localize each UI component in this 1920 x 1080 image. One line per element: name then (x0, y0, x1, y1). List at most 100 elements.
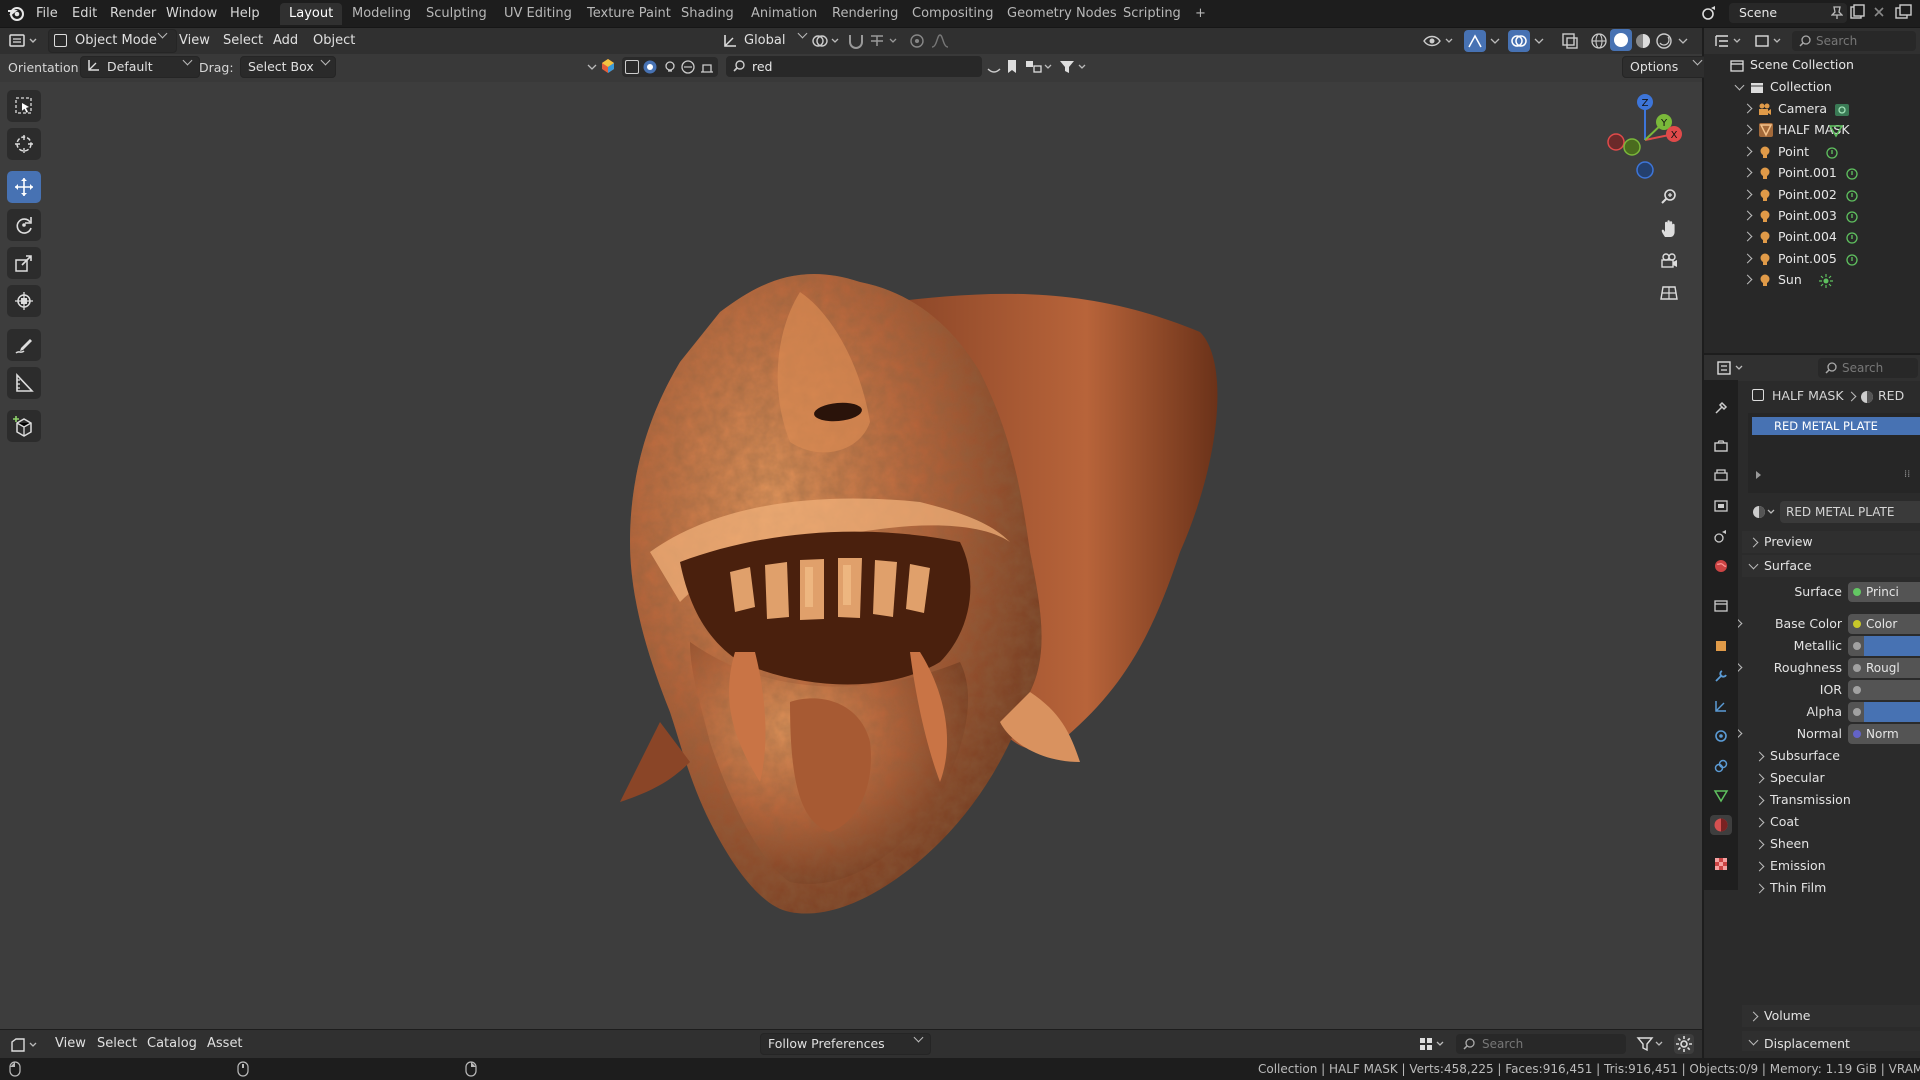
perspective-grid-icon[interactable] (1654, 278, 1684, 308)
chevron-down-icon[interactable] (585, 59, 599, 75)
orientation-dropdown[interactable]: Default (80, 55, 200, 78)
workspace-tab-animation[interactable]: Animation (742, 3, 826, 25)
move-tool-icon[interactable] (7, 171, 41, 203)
half-mask-model[interactable] (560, 222, 1260, 942)
workspace-tab-scripting[interactable]: Scripting (1114, 3, 1190, 25)
drag-dropdown[interactable]: Select Box (240, 55, 336, 78)
snap-target-icon[interactable] (868, 32, 900, 50)
input-field-normal[interactable]: Norm (1848, 724, 1920, 744)
expand-chevron-icon[interactable] (1742, 167, 1753, 178)
wireframe-shading-icon[interactable] (1589, 31, 1609, 51)
new-scene-icon[interactable] (1848, 3, 1868, 23)
properties-editor-icon[interactable] (1716, 360, 1746, 379)
outliner-row-point-002[interactable]: Point.002 (1704, 184, 1920, 205)
data-tab-icon[interactable] (1711, 786, 1731, 806)
outliner-row-camera[interactable]: Camera (1704, 98, 1920, 119)
subpanel-coat[interactable]: Coat (1748, 811, 1920, 833)
asset-menu-catalog[interactable]: Catalog (140, 1033, 204, 1055)
filter-icon[interactable] (1058, 58, 1088, 76)
outliner-row-point-003[interactable]: Point.003 (1704, 205, 1920, 226)
particles-tab-icon[interactable] (1711, 696, 1731, 716)
camera-view-icon[interactable] (1654, 246, 1684, 276)
measure-tool-icon[interactable] (7, 367, 41, 399)
material-name-field[interactable]: RED METAL PLATE (1780, 501, 1920, 523)
material-tab-icon[interactable] (1710, 815, 1732, 835)
menu-select[interactable]: Select (216, 30, 270, 52)
light-filter-icon[interactable] (662, 59, 678, 78)
view-layer-tab-icon[interactable] (1711, 496, 1731, 516)
options-dropdown[interactable]: Options (1622, 55, 1708, 78)
asset-menu-asset[interactable]: Asset (200, 1033, 250, 1055)
expand-chevron-icon[interactable] (1742, 231, 1753, 242)
snap-icon[interactable] (846, 32, 866, 50)
material-browse-icon[interactable] (1752, 504, 1778, 523)
gizmo-toggle-icon[interactable] (1464, 30, 1486, 52)
display-grid-icon[interactable] (1418, 1036, 1446, 1055)
menu-edit[interactable]: Edit (66, 4, 103, 23)
add-cube-tool-icon[interactable] (7, 410, 41, 442)
view-layer-icon[interactable] (1893, 3, 1915, 23)
panel-surface[interactable]: Surface (1742, 555, 1920, 577)
scene-selector[interactable]: Scene (1729, 3, 1847, 23)
expand-chevron-icon[interactable] (1742, 253, 1753, 264)
subpanel-thin-film[interactable]: Thin Film (1748, 877, 1920, 899)
view-options-icon[interactable] (1024, 58, 1054, 76)
select-box-tool-icon[interactable] (7, 90, 41, 122)
overlays-icon[interactable] (1508, 30, 1530, 52)
outliner-row-collection[interactable]: Collection (1704, 76, 1920, 97)
chevron-down-icon[interactable] (1532, 32, 1546, 50)
outliner-row-sun[interactable]: Sun (1704, 269, 1920, 290)
object-tab-icon[interactable] (1711, 636, 1731, 656)
editor-type-icon[interactable] (8, 31, 42, 51)
menu-help[interactable]: Help (224, 4, 266, 23)
collection-tab-icon[interactable] (1711, 596, 1731, 616)
asset-editor-icon[interactable] (10, 1036, 40, 1057)
outliner-row-point-004[interactable]: Point.004 (1704, 226, 1920, 247)
surface-shader-field[interactable]: Princi (1848, 582, 1920, 602)
rotate-tool-icon[interactable] (7, 209, 41, 241)
properties-search-input[interactable]: Search (1818, 358, 1918, 378)
workspace-tab-shading[interactable]: Shading (672, 3, 743, 25)
expand-chevron-icon[interactable] (1742, 189, 1753, 200)
constraints-tab-icon[interactable] (1711, 756, 1731, 776)
outliner-editor-icon[interactable] (1714, 33, 1744, 52)
outliner-row-point-001[interactable]: Point.001 (1704, 162, 1920, 183)
outliner-search-input[interactable]: Search (1792, 31, 1916, 51)
bookmark-icon[interactable] (1005, 58, 1019, 76)
pin-icon[interactable] (1830, 6, 1844, 23)
menu-object[interactable]: Object (306, 30, 362, 52)
menu-add[interactable]: Add (266, 30, 305, 52)
settings-gear-icon[interactable] (1674, 1034, 1694, 1054)
modifier-tab-icon[interactable] (1711, 666, 1731, 686)
object-filter-icon[interactable] (625, 60, 639, 74)
mode-dropdown[interactable]: Object Mode (48, 28, 177, 53)
expand-chevron-icon[interactable] (1742, 274, 1753, 285)
tool-tab-icon[interactable] (1711, 398, 1731, 418)
workspace-tab-geometry-nodes[interactable]: Geometry Nodes (998, 3, 1126, 25)
color-picker-icon[interactable] (600, 58, 616, 74)
outliner-row-point-005[interactable]: Point.005 (1704, 248, 1920, 269)
workspace-tab-texture-paint[interactable]: Texture Paint (578, 3, 680, 25)
subpanel-emission[interactable]: Emission (1748, 855, 1920, 877)
asset-library-dropdown[interactable]: Follow Preferences (760, 1032, 931, 1055)
transform-tool-icon[interactable] (7, 285, 41, 317)
input-field-roughness[interactable]: Rougl (1848, 658, 1920, 678)
expand-chevron-icon[interactable] (1742, 210, 1753, 221)
menu-render[interactable]: Render (104, 4, 162, 23)
texture-tab-icon[interactable] (1711, 854, 1731, 874)
filter-icon[interactable] (1636, 1036, 1666, 1055)
workspace-tab-rendering[interactable]: Rendering (823, 3, 907, 25)
resize-grip-icon[interactable]: ⁞⁞ (1904, 469, 1910, 480)
scale-tool-icon[interactable] (7, 247, 41, 279)
input-field-ior[interactable] (1848, 680, 1920, 700)
workspace-tab-compositing[interactable]: Compositing (903, 3, 1003, 25)
add-workspace-button[interactable]: + (1186, 3, 1215, 25)
3d-viewport[interactable]: Z Y X (0, 82, 1702, 1029)
panel-preview[interactable]: Preview (1742, 531, 1920, 553)
expand-chevron-icon[interactable] (1734, 80, 1745, 91)
viewport-search-input[interactable]: red (726, 56, 982, 77)
outliner-row-half-mask[interactable]: HALF MASK (1704, 119, 1920, 140)
pan-hand-icon[interactable] (1654, 214, 1684, 244)
menu-window[interactable]: Window (160, 4, 223, 23)
workspace-tab-layout[interactable]: Layout (280, 3, 343, 25)
